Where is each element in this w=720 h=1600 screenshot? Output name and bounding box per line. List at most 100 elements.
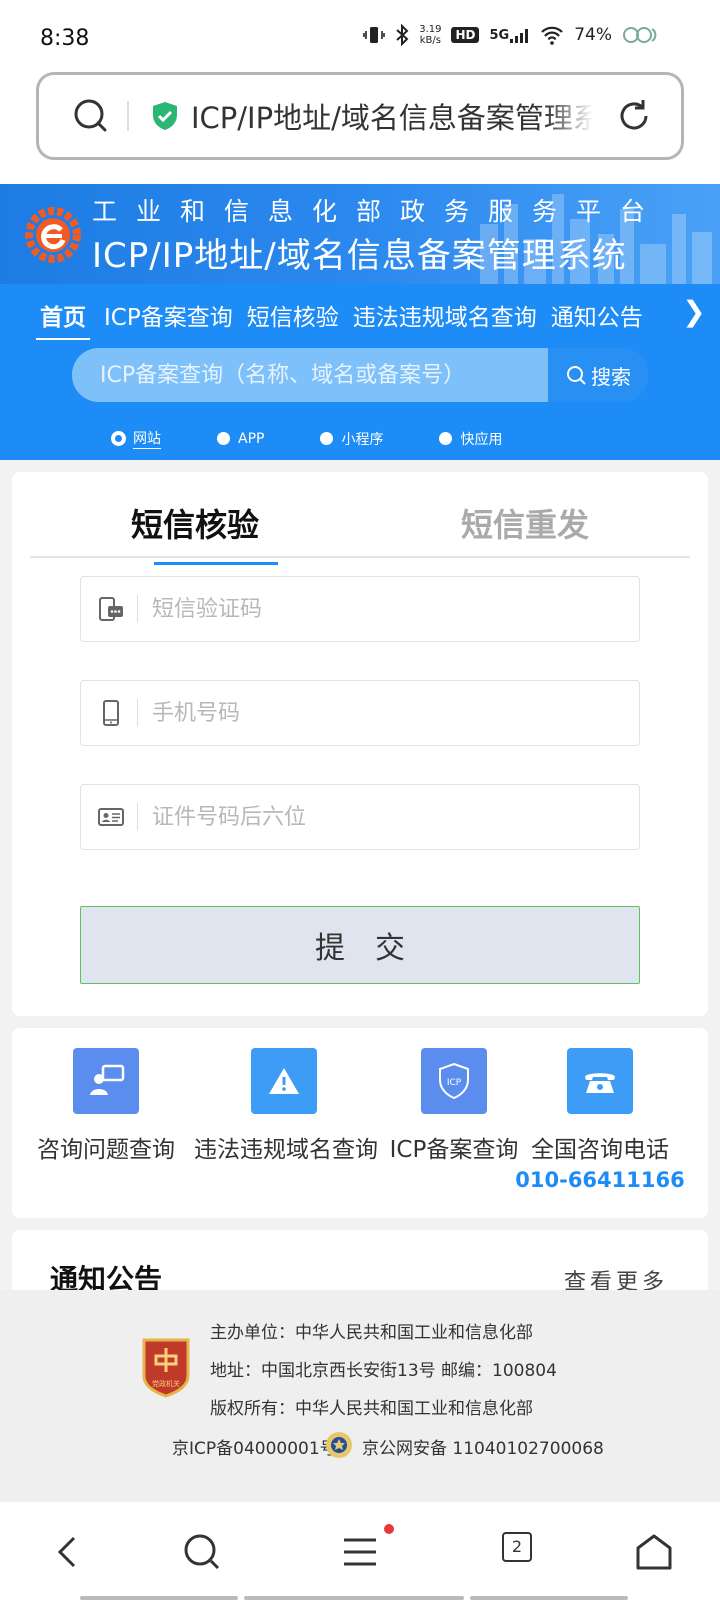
field-separator [137, 803, 138, 831]
quick-link-illegal-domain[interactable]: 违法违规域名查询 [194, 1048, 378, 1164]
secure-shield-icon [153, 102, 177, 130]
menu-icon[interactable] [338, 1530, 382, 1574]
signal-label: 5G [489, 27, 510, 43]
chevron-right-icon[interactable]: ❯ [672, 292, 716, 332]
search-box: 搜索 [72, 348, 648, 402]
svg-text:ICP: ICP [447, 1078, 462, 1088]
radio-dot [320, 432, 334, 445]
submit-button[interactable]: 提交 [80, 906, 640, 984]
header-title: ICP/IP地址/域名信息备案管理系统 [92, 236, 627, 276]
notice-title: 通知公告 [50, 1263, 163, 1290]
nav-tab-notice[interactable]: 通知公告 [551, 298, 643, 340]
gesture-bar-center[interactable] [244, 1596, 464, 1600]
bluetooth-icon [396, 24, 409, 46]
tabs-button[interactable]: 2 [502, 1532, 532, 1562]
phone-icon [567, 1048, 633, 1114]
net-speed-unit: kB/s [419, 35, 441, 46]
radio-dot [112, 432, 125, 445]
radio-dot [439, 432, 453, 445]
browser-bottom-nav: 2 [0, 1502, 720, 1600]
search-icon[interactable] [180, 1530, 224, 1574]
gesture-bar-right [470, 1596, 628, 1600]
home-icon[interactable] [632, 1530, 676, 1574]
phone-field [80, 680, 640, 746]
address-bar[interactable]: ICP/IP地址/域名信息备案管理系统 [36, 72, 684, 160]
radio-dot [217, 432, 230, 445]
id-last6-input[interactable] [152, 804, 612, 830]
quick-link-consult[interactable]: 咨询问题查询 [16, 1048, 196, 1164]
tab-sms-verify[interactable]: 短信核验 [30, 500, 360, 565]
gesture-bar-left [80, 1596, 238, 1600]
address-divider [127, 101, 129, 131]
footer-host: 主办单位：中华人民共和国工业和信息化部 [210, 1323, 533, 1343]
quick-links-card: 咨询问题查询 违法违规域名查询 ICP ICP备案查询 全国咨询电话 010-6… [12, 1028, 708, 1218]
notice-more-link[interactable]: 查看更多 [564, 1264, 668, 1290]
footer-icp-link[interactable]: 京ICP备04000001号 [172, 1434, 337, 1459]
active-tab-underline [154, 562, 278, 565]
main-nav: 首页 ICP备案查询 短信核验 违法违规域名查询 通知公告 ❯ 搜索 网站 AP… [0, 284, 720, 460]
net-speed-value: 3.19 [419, 24, 442, 35]
radio-label: APP [238, 430, 265, 447]
badge-text: 党政机关 [152, 1379, 180, 1388]
hotline-number[interactable]: 010-66411166 [510, 1168, 690, 1192]
radio-app[interactable]: APP [217, 428, 264, 449]
phone-input[interactable] [152, 700, 612, 726]
tab-sms-resend[interactable]: 短信重发 [360, 500, 690, 556]
header-subtitle: 工业和信息化部政务服务平台 [92, 197, 665, 226]
status-icons: 3.19 kB/s HD 5G 74% [363, 24, 658, 46]
back-icon[interactable] [46, 1530, 90, 1574]
search-button[interactable]: 搜索 [548, 348, 648, 402]
footer-copyright: 版权所有：中华人民共和国工业和信息化部 [210, 1399, 533, 1419]
sms-code-input[interactable] [152, 596, 612, 622]
search-button-label: 搜索 [591, 364, 631, 389]
nav-tab-icp-query[interactable]: ICP备案查询 [104, 298, 233, 340]
radio-website[interactable]: 网站 [112, 428, 161, 449]
hd-badge: HD [451, 27, 480, 43]
quick-link-hotline[interactable]: 全国咨询电话 010-66411166 [510, 1048, 690, 1192]
ministry-logo-icon [25, 207, 81, 263]
sms-verify-card: 短信核验 短信重发 提交 [12, 472, 708, 1016]
reload-icon[interactable] [615, 97, 653, 135]
nav-tabs: 首页 ICP备案查询 短信核验 违法违规域名查询 通知公告 [36, 298, 720, 340]
sms-tabs: 短信核验 短信重发 [30, 500, 690, 565]
icp-shield-icon: ICP [421, 1048, 487, 1114]
net-speed: 3.19 kB/s [419, 24, 441, 46]
search-type-group: 网站 APP 小程序 快应用 [112, 428, 502, 449]
quick-link-label: 全国咨询电话 [531, 1137, 669, 1163]
tab-label: 短信重发 [460, 506, 589, 544]
nav-tab-illegal-domain[interactable]: 违法违规域名查询 [353, 298, 537, 340]
tab-label: 短信核验 [130, 506, 259, 544]
id-last6-field [80, 784, 640, 850]
site-header: 工业和信息化部政务服务平台 ICP/IP地址/域名信息备案管理系统 [0, 184, 720, 284]
sms-code-field [80, 576, 640, 642]
quick-link-label: 违法违规域名查询 [194, 1137, 378, 1163]
radio-mini-program[interactable]: 小程序 [320, 428, 383, 449]
id-card-icon [98, 808, 124, 826]
sms-chat-icon [99, 597, 123, 621]
signal-indicator: 5G [489, 28, 530, 43]
search-input[interactable] [72, 348, 548, 402]
nav-tab-sms-verify[interactable]: 短信核验 [247, 298, 339, 340]
radio-label: 网站 [133, 428, 161, 449]
police-emblem-icon [326, 1432, 352, 1458]
search-icon[interactable] [71, 96, 111, 136]
signal-bars-icon [510, 28, 529, 43]
warning-icon [251, 1048, 317, 1114]
menu-notification-dot [384, 1524, 394, 1534]
footer-address: 地址：中国北京西长安街13号 邮编：100804 [210, 1361, 557, 1381]
battery-leaf-icon [623, 27, 657, 43]
site-footer: 党政机关 主办单位：中华人民共和国工业和信息化部 地址：中国北京西长安街13号 … [0, 1290, 720, 1502]
wifi-icon [541, 26, 563, 45]
url-text[interactable]: ICP/IP地址/域名信息备案管理系统 [191, 95, 593, 137]
radio-label: 快应用 [460, 431, 503, 448]
field-separator [137, 699, 138, 727]
radio-quick-app[interactable]: 快应用 [439, 428, 502, 449]
field-separator [137, 595, 138, 623]
nav-tab-home[interactable]: 首页 [36, 298, 90, 340]
radio-label: 小程序 [341, 431, 384, 448]
vibrate-icon [363, 27, 386, 43]
footer-police-record-link[interactable]: 京公网安备 11040102700068 [362, 1434, 604, 1459]
consult-icon [73, 1048, 139, 1114]
status-bar: 8:38 3.19 kB/s HD 5G 74% [0, 0, 720, 72]
battery-percent: 74% [574, 25, 612, 45]
